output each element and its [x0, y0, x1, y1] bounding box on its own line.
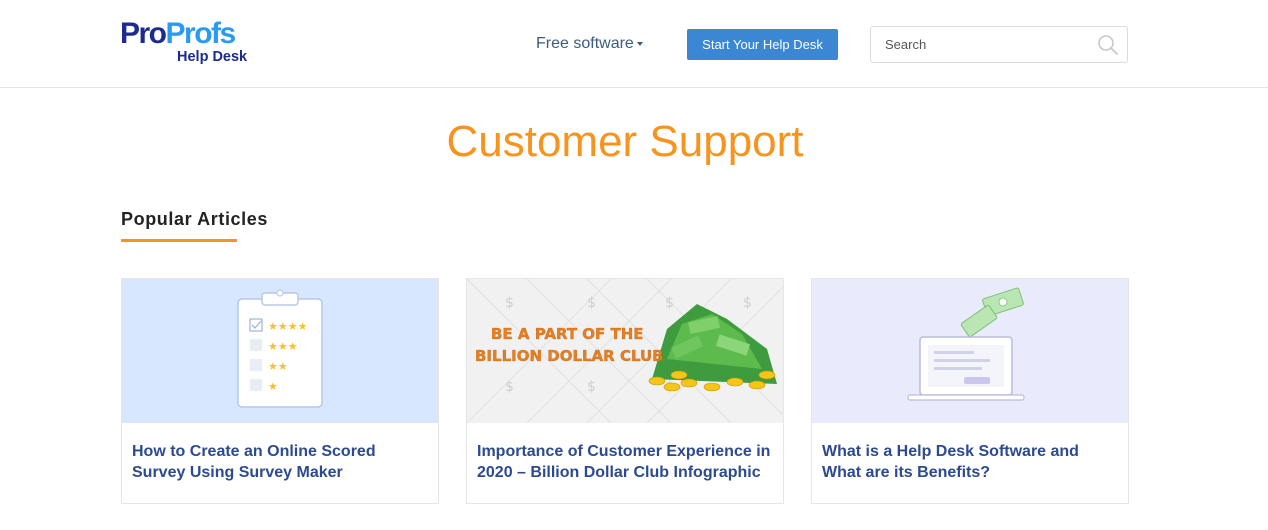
svg-text:$: $	[743, 295, 752, 311]
svg-text:★: ★	[268, 380, 278, 393]
search-icon[interactable]	[1097, 34, 1119, 56]
article-card-scored-survey[interactable]: ★★★★ ★★★ ★★ ★ How to Create an Online Sc…	[121, 278, 439, 504]
svg-text:$: $	[587, 295, 596, 311]
svg-text:BE A PART OF THE: BE A PART OF THE	[491, 325, 644, 343]
svg-text:BILLION DOLLAR CLUB: BILLION DOLLAR CLUB	[475, 347, 664, 365]
article-title[interactable]: Importance of Customer Experience in 202…	[477, 441, 777, 483]
free-software-menu[interactable]: Free software	[536, 34, 643, 54]
svg-text:$: $	[587, 379, 596, 395]
svg-text:$: $	[665, 295, 674, 311]
caret-down-icon	[636, 41, 643, 46]
article-title[interactable]: How to Create an Online Scored Survey Us…	[132, 441, 432, 483]
heading-underline	[121, 239, 237, 242]
article-title[interactable]: What is a Help Desk Software and What ar…	[822, 441, 1122, 483]
free-software-label: Free software	[536, 35, 634, 52]
article-card-billion-dollar-club[interactable]: $$$$ $$$ BE A PART OF THE BILLION DOLLAR…	[466, 278, 784, 504]
logo-wordmark: ProProfs	[120, 17, 236, 50]
clipboard-stars-illustration: ★★★★ ★★★ ★★ ★	[237, 289, 323, 408]
svg-text:★★★★: ★★★★	[268, 320, 308, 333]
laptop-money-illustration	[907, 287, 1025, 401]
site-header: ProProfs Help Desk Free software Start Y…	[0, 0, 1268, 88]
search-input[interactable]	[871, 27, 1091, 62]
page-title: Customer Support	[446, 117, 804, 166]
proprofs-help-desk-logo[interactable]: ProProfs Help Desk	[120, 18, 260, 68]
svg-text:★★: ★★	[268, 360, 288, 373]
article-card-help-desk-software[interactable]: What is a Help Desk Software and What ar…	[811, 278, 1129, 504]
billion-dollar-club-thumbnail: $$$$ $$$ BE A PART OF THE BILLION DOLLAR…	[467, 279, 783, 423]
scored-survey-thumbnail: ★★★★ ★★★ ★★ ★	[122, 279, 438, 423]
popular-articles-heading: Popular Articles	[121, 209, 268, 229]
money-pile-illustration: $$$$ $$$ BE A PART OF THE BILLION DOLLAR…	[467, 279, 783, 423]
search-box	[870, 26, 1128, 63]
start-help-desk-button[interactable]: Start Your Help Desk	[687, 29, 838, 60]
svg-text:★★★: ★★★	[268, 340, 298, 353]
svg-text:$: $	[505, 379, 514, 395]
svg-text:$: $	[505, 295, 514, 311]
help-desk-software-thumbnail	[812, 279, 1128, 423]
logo-subtitle: Help Desk	[177, 49, 248, 65]
